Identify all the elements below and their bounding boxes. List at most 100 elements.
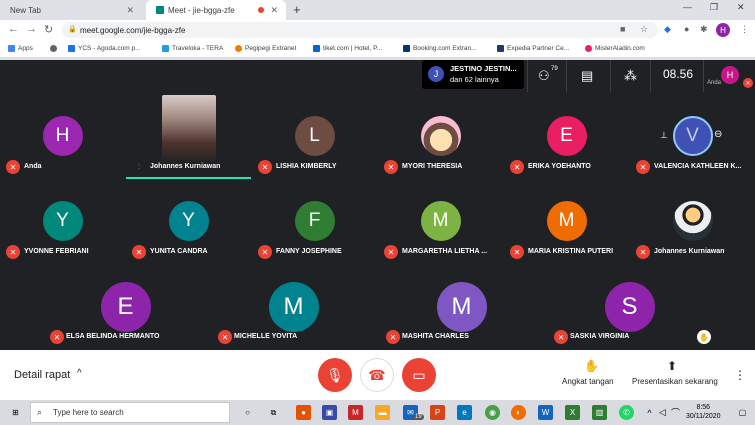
participant-avatar: Y bbox=[168, 201, 209, 241]
bookmark-label: tiket.com | Hotel, P... bbox=[323, 45, 383, 52]
remove-icon[interactable]: ⊖ bbox=[714, 129, 722, 140]
people-icon[interactable]: ⚇ bbox=[538, 68, 550, 84]
bookmark-traveloka[interactable]: Traveloka - TERA bbox=[162, 45, 223, 52]
file-explorer-icon[interactable]: ▬ bbox=[375, 405, 390, 420]
app-icon[interactable]: ▣ bbox=[322, 405, 337, 420]
participant-tile[interactable]: H ✕ Anda bbox=[0, 95, 125, 180]
app-icon[interactable]: ● bbox=[296, 405, 311, 420]
tab-close-icon[interactable]: ✕ bbox=[270, 5, 278, 16]
leave-call-button[interactable]: ☎ bbox=[360, 358, 394, 392]
chrome-icon[interactable]: ◉ bbox=[485, 405, 500, 420]
bookmark-globe[interactable] bbox=[50, 45, 57, 52]
extension-icon[interactable]: ◆ bbox=[664, 24, 671, 35]
extension-icon[interactable]: ● bbox=[684, 24, 689, 34]
presenter-chip[interactable]: J JESTINO JESTIN... dan 62 lainnya bbox=[422, 60, 524, 89]
edge-icon[interactable]: e bbox=[457, 405, 472, 420]
bookmark-tiket[interactable]: tiket.com | Hotel, P... bbox=[313, 45, 382, 52]
app-icon[interactable]: ▥ bbox=[592, 405, 607, 420]
restore-icon[interactable]: ❐ bbox=[710, 2, 718, 13]
star-icon[interactable]: ☆ bbox=[640, 24, 648, 35]
present-label[interactable]: Presentasikan sekarang bbox=[632, 377, 718, 386]
firefox-icon[interactable]: ◐ bbox=[511, 405, 526, 420]
minimize-icon[interactable]: — bbox=[683, 2, 692, 12]
activities-icon[interactable]: ⁂ bbox=[624, 68, 637, 84]
tab-new-tab[interactable]: New Tab ✕ bbox=[0, 0, 142, 20]
participant-tile[interactable]: E ✕ ELSA BELINDA HERMANTO bbox=[42, 265, 209, 349]
participant-name: ERIKA YOEHANTO bbox=[528, 163, 591, 170]
tab-meet[interactable]: Meet - jie-bgga-zfe ✕ bbox=[146, 0, 286, 20]
network-icon[interactable]: ⌒ bbox=[668, 405, 683, 420]
participant-tile[interactable]: M ✕ MASHITA CHARLES bbox=[378, 265, 545, 349]
whatsapp-icon[interactable]: ✆ bbox=[619, 405, 634, 420]
bookmark-apps[interactable]: Apps bbox=[8, 45, 33, 52]
bookmark-expedia[interactable]: Expedia Partner Ce... bbox=[497, 45, 569, 52]
self-avatar[interactable]: H bbox=[721, 66, 739, 84]
mic-toggle-button[interactable]: 🎙 bbox=[318, 358, 352, 392]
raise-hand-icon[interactable]: ✋ bbox=[584, 359, 599, 373]
windows-start-icon[interactable]: ⊞ bbox=[8, 405, 23, 420]
more-options-icon[interactable]: ⋮ bbox=[734, 368, 746, 382]
present-icon[interactable]: ⬆ bbox=[667, 359, 677, 373]
mic-muted-icon: ✕ bbox=[6, 160, 20, 174]
meeting-details-button[interactable]: Detail rapat bbox=[14, 369, 70, 381]
bookmarks-bar: Apps YCS - Agoda.com p... Traveloka - TE… bbox=[0, 40, 755, 58]
word-icon[interactable]: W bbox=[538, 405, 553, 420]
participant-tile[interactable]: M ✕ MICHELLE YOVITA bbox=[210, 265, 377, 349]
participant-tile[interactable]: L ✕ LISHIA KIMBERLY bbox=[252, 95, 377, 180]
windows-taskbar: ⊞ ⌕ Type here to search ○ ⧉ ● ▣ M ▬ ✉ 19… bbox=[0, 400, 755, 425]
window-close-icon[interactable]: ✕ bbox=[737, 2, 745, 13]
puzzle-icon[interactable]: ✱ bbox=[700, 24, 708, 35]
participant-name: YVONNE FEBRIANI bbox=[24, 248, 89, 255]
excel-icon[interactable]: X bbox=[565, 405, 580, 420]
tiket-icon bbox=[313, 45, 320, 52]
participant-tile[interactable]: Y ✕ YVONNE FEBRIANI bbox=[0, 180, 125, 265]
taskbar-search[interactable]: ⌕ Type here to search bbox=[30, 402, 230, 423]
participant-tile[interactable]: M ✕ MARIA KRISTINA PUTERI bbox=[504, 180, 629, 265]
chat-icon[interactable]: ▤ bbox=[581, 68, 593, 84]
back-icon[interactable]: ← bbox=[8, 23, 19, 35]
taskbar-date: 30/11/2020 bbox=[686, 413, 721, 420]
presenter-avatar: J bbox=[428, 66, 444, 82]
menu-kebab-icon[interactable]: ⋮ bbox=[740, 24, 749, 35]
notifications-icon[interactable]: ▢ bbox=[735, 405, 750, 420]
reload-icon[interactable]: ↻ bbox=[44, 23, 53, 36]
participant-avatar: M bbox=[420, 201, 461, 241]
chevron-up-icon[interactable]: ^ bbox=[77, 368, 82, 379]
bookmark-label: MisterAladin.com bbox=[595, 45, 645, 52]
participant-tile[interactable]: E ✕ ERIKA YOEHANTO bbox=[504, 95, 629, 180]
tab-close-icon[interactable]: ✕ bbox=[126, 5, 134, 16]
participant-name: ELSA BELINDA HERMANTO bbox=[66, 333, 160, 340]
mcafee-icon[interactable]: M bbox=[348, 405, 363, 420]
camera-toggle-button[interactable]: ▭ bbox=[402, 358, 436, 392]
bookmark-agoda[interactable]: YCS - Agoda.com p... bbox=[68, 45, 141, 52]
bookmark-pegipegi[interactable]: Pegipegi Extranet bbox=[235, 45, 296, 52]
participant-tile[interactable]: S ✕ SASKIA VIRGINIA ✋ bbox=[546, 265, 713, 349]
people-count: 79 bbox=[551, 66, 558, 72]
participant-name: LISHIA KIMBERLY bbox=[276, 163, 337, 170]
meet-header bbox=[0, 60, 755, 94]
participant-tile[interactable]: ✕ MYORI THERESIA bbox=[378, 95, 503, 180]
new-tab-button[interactable]: + bbox=[293, 2, 301, 17]
forward-icon[interactable]: → bbox=[26, 23, 37, 35]
participant-tile[interactable]: Y ✕ YUNITA CANDRA bbox=[126, 180, 251, 265]
profile-avatar[interactable]: H bbox=[716, 23, 730, 37]
bookmark-label: Apps bbox=[18, 45, 33, 52]
raise-hand-label[interactable]: Angkat tangan bbox=[562, 377, 614, 386]
participant-tile[interactable]: M ✕ MARGARETHA LIETHA ... bbox=[378, 180, 503, 265]
participant-tile[interactable]: F ✕ FANNY JOSEPHINE bbox=[252, 180, 377, 265]
cortana-icon[interactable]: ○ bbox=[240, 405, 255, 420]
camera-icon[interactable]: ■ bbox=[620, 24, 625, 34]
participant-tile[interactable]: ⫶ Johannes Kurniawan bbox=[126, 95, 251, 180]
task-view-icon[interactable]: ⧉ bbox=[266, 405, 281, 420]
address-bar[interactable]: 🔒 meet.google.com/jie-bgga-zfe bbox=[62, 22, 658, 38]
pin-icon[interactable]: ⊥ bbox=[660, 130, 668, 141]
participant-tile[interactable]: V ⊥ ⊖ ✕ VALENCIA KATHLEEN K... bbox=[630, 95, 755, 180]
bookmark-booking[interactable]: Booking.com Extran... bbox=[403, 45, 477, 52]
mic-muted-icon: ✕ bbox=[218, 330, 232, 344]
bookmark-misteraladin[interactable]: MisterAladin.com bbox=[585, 45, 645, 52]
powerpoint-icon[interactable]: P bbox=[430, 405, 445, 420]
participant-name: YUNITA CANDRA bbox=[150, 248, 208, 255]
taskbar-clock[interactable]: 8:56 30/11/2020 bbox=[686, 403, 721, 421]
participant-avatar: H bbox=[42, 116, 83, 156]
participant-tile[interactable]: ✕ Johannes Kurniawan bbox=[630, 180, 755, 265]
